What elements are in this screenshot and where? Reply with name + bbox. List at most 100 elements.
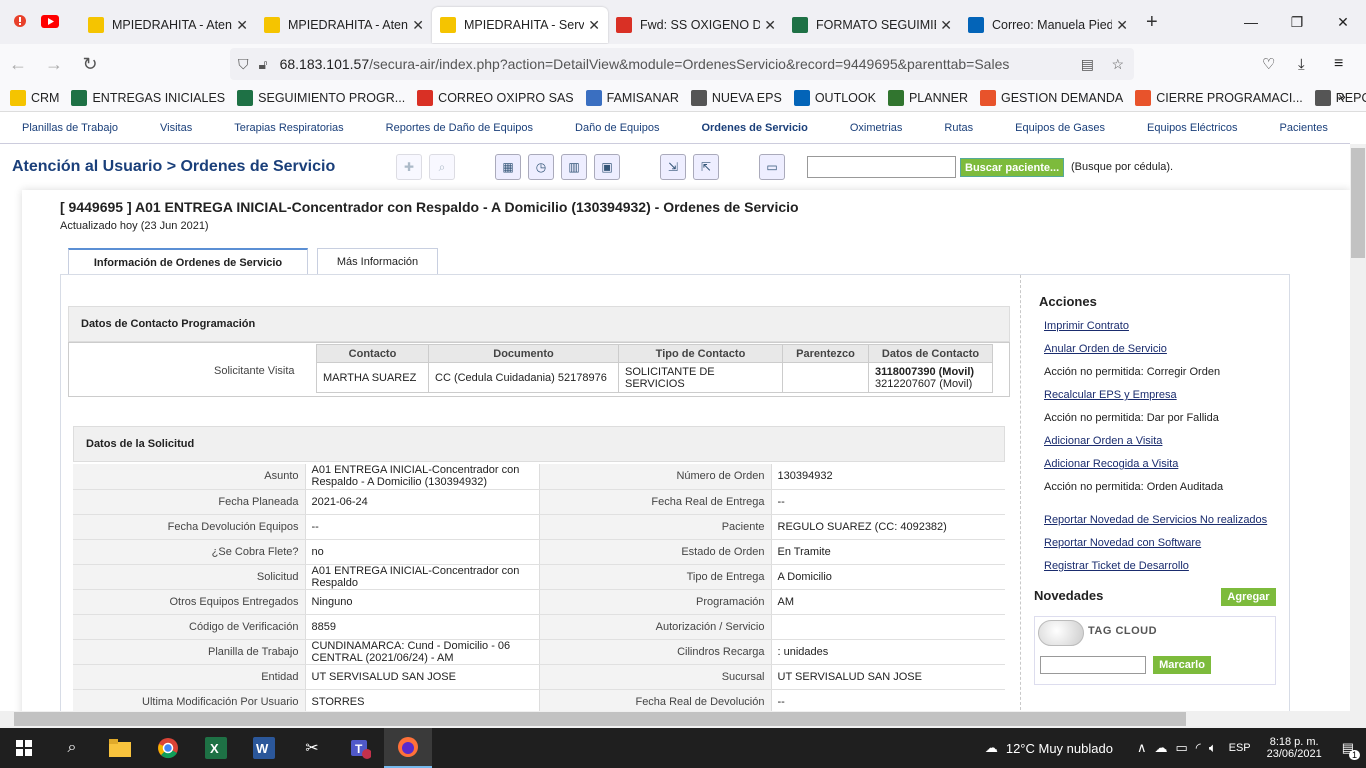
- close-tab-icon[interactable]: ✕: [412, 17, 424, 34]
- action-link[interactable]: Registrar Ticket de Desarrollo: [1044, 560, 1189, 572]
- menu-icon[interactable]: ≡: [1334, 55, 1343, 73]
- tag-input[interactable]: [1040, 656, 1146, 674]
- menu-item[interactable]: Ordenes de Servicio: [701, 122, 807, 134]
- wifi-icon[interactable]: ◜: [1196, 740, 1201, 756]
- forward-icon[interactable]: →: [36, 54, 72, 75]
- field-value: --: [771, 689, 1005, 711]
- bookmark-item[interactable]: ENTREGAS INICIALES: [71, 89, 225, 106]
- minimize-button[interactable]: —: [1228, 0, 1274, 44]
- action-link[interactable]: Recalcular EPS y Empresa: [1044, 389, 1177, 401]
- pocket-icon[interactable]: ♡: [1262, 55, 1275, 73]
- network-icon[interactable]: ▭: [1175, 740, 1187, 756]
- menu-item[interactable]: Equipos de Gases: [1015, 122, 1105, 134]
- close-tab-icon[interactable]: ✕: [588, 17, 600, 34]
- action-link[interactable]: Reportar Novedad de Servicios No realiza…: [1044, 514, 1267, 526]
- menu-item[interactable]: Oximetrias: [850, 122, 903, 134]
- bookmark-item[interactable]: NUEVA EPS: [690, 89, 782, 106]
- menu-item[interactable]: Reportes de Daño de Equipos: [386, 122, 533, 134]
- menu-item[interactable]: Visitas: [160, 122, 192, 134]
- search-icon[interactable]: ⌕: [48, 728, 96, 768]
- action-disabled: Acción no permitida: Dar por Fallida: [1044, 412, 1219, 424]
- snipping-tool-icon[interactable]: ✂: [288, 728, 336, 768]
- browser-tab-5[interactable]: Correo: Manuela Piedr ✕: [960, 7, 1136, 43]
- search-icon[interactable]: ⌕: [429, 154, 455, 180]
- horizontal-scroll-thumb[interactable]: [14, 712, 1186, 726]
- action-link[interactable]: Adicionar Recogida a Visita: [1044, 458, 1178, 470]
- close-tab-icon[interactable]: ✕: [940, 17, 952, 34]
- import-icon[interactable]: ⇲: [660, 154, 686, 180]
- action-link[interactable]: Reportar Novedad con Software: [1044, 537, 1201, 549]
- browser-tab-0[interactable]: MPIEDRAHITA - Atenc ✕: [80, 7, 256, 43]
- file-explorer-icon[interactable]: [96, 728, 144, 768]
- bookmark-item[interactable]: OUTLOOK: [793, 89, 876, 106]
- shield-icon[interactable]: ⛉: [238, 56, 249, 73]
- weather-text[interactable]: 12°C Muy nublado: [1006, 741, 1113, 756]
- teams-icon[interactable]: T: [336, 728, 384, 768]
- new-tab-button[interactable]: +: [1146, 11, 1158, 34]
- reload-icon[interactable]: ↻: [72, 54, 108, 75]
- excel-icon[interactable]: X: [192, 728, 240, 768]
- tab-more-info[interactable]: Más Información: [317, 248, 438, 275]
- menu-item[interactable]: Rutas: [944, 122, 973, 134]
- downloads-icon[interactable]: ⤓: [1298, 56, 1305, 73]
- bookmark-item[interactable]: CORREO OXIPRO SAS: [417, 89, 574, 106]
- add-news-button[interactable]: Agregar: [1221, 588, 1276, 606]
- browser-tab-3[interactable]: Fwd: SS OXIGENO DO ✕: [608, 7, 784, 43]
- youtube-icon[interactable]: [40, 12, 60, 32]
- vertical-scroll-thumb[interactable]: [1351, 148, 1365, 258]
- tab-info[interactable]: Información de Ordenes de Servicio: [68, 248, 308, 275]
- calendar-icon[interactable]: ▦: [495, 154, 521, 180]
- clipboard-icon[interactable]: ▣: [594, 154, 620, 180]
- browser-tab-1[interactable]: MPIEDRAHITA - Atenc ✕: [256, 7, 432, 43]
- weather-icon[interactable]: ☁: [985, 740, 998, 756]
- clock[interactable]: 8:18 p. m. 23/06/2021: [1267, 736, 1322, 760]
- windows-start-icon[interactable]: [0, 728, 48, 768]
- menu-item[interactable]: Daño de Equipos: [575, 122, 659, 134]
- search-patient-button[interactable]: Buscar paciente...: [960, 158, 1065, 177]
- browser-tab-4[interactable]: FORMATO SEGUIMIEN ✕: [784, 7, 960, 43]
- contact-column-header: Tipo de Contacto: [618, 344, 783, 363]
- tag-button[interactable]: Marcarlo: [1153, 656, 1211, 674]
- bookmark-item[interactable]: PLANNER: [887, 89, 968, 106]
- menu-item[interactable]: Pacientes: [1280, 122, 1328, 134]
- export-icon[interactable]: ⇱: [693, 154, 719, 180]
- close-tab-icon[interactable]: ✕: [236, 17, 248, 34]
- menu-item[interactable]: Equipos Eléctricos: [1147, 122, 1238, 134]
- word-icon[interactable]: W: [240, 728, 288, 768]
- back-icon[interactable]: ←: [0, 54, 36, 75]
- maximize-button[interactable]: ❐: [1274, 0, 1320, 44]
- close-tab-icon[interactable]: ✕: [1116, 17, 1128, 34]
- language-indicator[interactable]: ESP: [1229, 742, 1251, 754]
- field-label: Cilindros Recarga: [539, 639, 772, 665]
- menu-item[interactable]: Terapias Respiratorias: [234, 122, 343, 134]
- volume-icon[interactable]: 🔈︎: [1209, 740, 1217, 756]
- patient-search-input[interactable]: [807, 156, 956, 178]
- alert-icon[interactable]: [10, 12, 30, 32]
- insecure-lock-icon[interactable]: 🔓︎: [259, 56, 268, 73]
- bookmark-star-icon[interactable]: ☆: [1111, 56, 1124, 73]
- chrome-icon[interactable]: [144, 728, 192, 768]
- notification-icon[interactable]: ▤ 1: [1342, 740, 1360, 760]
- close-tab-icon[interactable]: ✕: [764, 17, 776, 34]
- bookmark-item[interactable]: GESTION DEMANDA: [979, 89, 1123, 106]
- browser-tab-2[interactable]: MPIEDRAHITA - Servic ✕: [432, 7, 608, 43]
- more-bookmarks-icon[interactable]: »: [1338, 88, 1346, 104]
- address-bar[interactable]: ⛉ 🔓︎ 68.183.101.57 /secura-air/index.php…: [230, 48, 1134, 80]
- computer-icon[interactable]: ▭: [759, 154, 785, 180]
- action-link[interactable]: Adicionar Orden a Visita: [1044, 435, 1162, 447]
- action-link[interactable]: Imprimir Contrato: [1044, 320, 1129, 332]
- clock-icon[interactable]: ◷: [528, 154, 554, 180]
- firefox-icon[interactable]: [384, 728, 432, 768]
- tray-chevron-icon[interactable]: ∧: [1137, 740, 1147, 756]
- menu-item[interactable]: Planillas de Trabajo: [22, 122, 118, 134]
- close-window-button[interactable]: ✕: [1320, 0, 1366, 44]
- calculator-icon[interactable]: ▥: [561, 154, 587, 180]
- action-link[interactable]: Anular Orden de Servicio: [1044, 343, 1167, 355]
- bookmark-item[interactable]: SEGUIMIENTO PROGR...: [237, 89, 405, 106]
- bookmark-item[interactable]: CIERRE PROGRAMACI...: [1135, 89, 1303, 106]
- onedrive-icon[interactable]: ☁: [1154, 740, 1167, 756]
- bookmark-item[interactable]: CRM: [10, 89, 59, 106]
- bookmark-item[interactable]: FAMISANAR: [585, 89, 679, 106]
- create-icon[interactable]: ✚: [396, 154, 422, 180]
- reader-icon[interactable]: ▤: [1081, 56, 1094, 73]
